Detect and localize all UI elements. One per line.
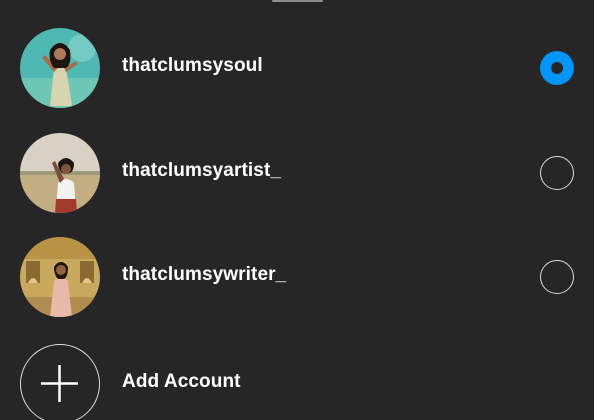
plus-icon <box>41 365 78 402</box>
account-switcher-sheet: thatclumsysoul thatclumsyartist_ thatclu… <box>0 0 594 420</box>
account-username: thatclumsysoul <box>122 55 263 76</box>
drag-handle[interactable] <box>272 0 323 2</box>
profile-photo <box>20 237 100 317</box>
account-radio[interactable] <box>540 260 574 294</box>
add-account-circle[interactable] <box>20 344 100 420</box>
account-username: thatclumsywriter_ <box>122 264 287 285</box>
account-row-thatclumsywriter[interactable]: thatclumsywriter_ <box>0 225 594 329</box>
account-username: thatclumsyartist_ <box>122 160 282 181</box>
add-account-row[interactable]: Add Account <box>0 332 594 420</box>
add-account-label: Add Account <box>122 371 241 392</box>
radio-dot <box>551 62 563 74</box>
account-radio-selected[interactable] <box>540 51 574 85</box>
avatar <box>20 28 100 108</box>
account-radio[interactable] <box>540 156 574 190</box>
profile-photo <box>20 28 100 108</box>
account-row-thatclumsysoul[interactable]: thatclumsysoul <box>0 16 594 120</box>
profile-photo <box>20 133 100 213</box>
avatar <box>20 237 100 317</box>
avatar <box>20 133 100 213</box>
account-row-thatclumsyartist[interactable]: thatclumsyartist_ <box>0 121 594 225</box>
